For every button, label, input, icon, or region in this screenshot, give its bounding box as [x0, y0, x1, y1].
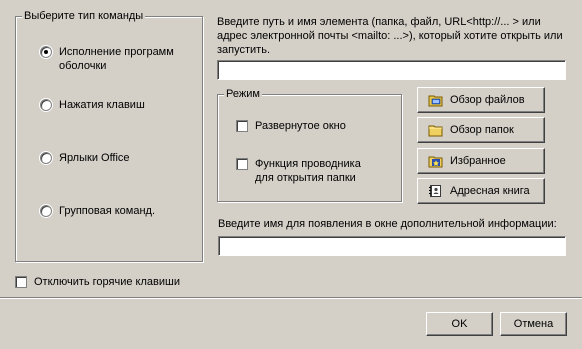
- radio-group-command[interactable]: Групповая команд.: [40, 204, 155, 218]
- mode-legend: Режим: [224, 88, 262, 101]
- explorer-checkbox[interactable]: Функция проводника для открытия папки: [236, 157, 361, 185]
- favorites-button[interactable]: Избранное: [417, 148, 545, 174]
- info-input[interactable]: [218, 236, 566, 256]
- checkbox-box[interactable]: [236, 120, 248, 132]
- disable-hotkeys-label: Отключить горячие клавиши: [34, 276, 180, 288]
- radio-button[interactable]: [40, 205, 52, 217]
- radio-keystrokes[interactable]: Нажатия клавиш: [40, 98, 145, 112]
- maximized-window-label: Развернутое окно: [255, 120, 346, 132]
- browse-files-label: Обзор файлов: [450, 94, 525, 106]
- radio-button[interactable]: [40, 99, 52, 111]
- browse-folders-button[interactable]: Обзор папок: [417, 117, 545, 143]
- disable-hotkeys-checkbox[interactable]: Отключить горячие клавиши: [15, 275, 180, 289]
- ok-label: OK: [451, 318, 468, 330]
- checkbox-box[interactable]: [15, 276, 27, 288]
- radio-shell-programs-label: Исполнение программ оболочки: [59, 46, 174, 72]
- command-type-legend: Выберите тип команды: [22, 10, 146, 23]
- mode-group: Режим Развернутое окно Функция проводник…: [217, 88, 402, 202]
- path-prompt: Введите путь и имя элемента (папка, файл…: [217, 16, 563, 56]
- cancel-button[interactable]: Отмена: [500, 312, 567, 336]
- radio-office-shortcuts-label: Ярлыки Office: [59, 152, 130, 164]
- radio-shell-programs[interactable]: Исполнение программ оболочки: [40, 45, 174, 73]
- browse-files-button[interactable]: Обзор файлов: [417, 87, 545, 113]
- radio-keystrokes-label: Нажатия клавиш: [59, 99, 145, 111]
- address-book-label: Адресная книга: [450, 185, 530, 197]
- radio-group-command-label: Групповая команд.: [59, 205, 155, 217]
- checkbox-box[interactable]: [236, 158, 248, 170]
- cancel-label: Отмена: [513, 318, 554, 330]
- favorites-label: Избранное: [450, 155, 506, 167]
- bottom-separator: [0, 297, 582, 298]
- info-prompt: Введите имя для появления в окне дополни…: [218, 218, 557, 230]
- radio-button[interactable]: [40, 46, 52, 58]
- ok-button[interactable]: OK: [426, 312, 493, 336]
- address-book-button[interactable]: Адресная книга: [417, 178, 545, 204]
- maximized-window-checkbox[interactable]: Развернутое окно: [236, 119, 346, 133]
- browse-folders-label: Обзор папок: [450, 124, 514, 136]
- path-input[interactable]: [217, 60, 566, 80]
- favorites-icon: [428, 156, 443, 168]
- browse-files-icon: [428, 95, 443, 107]
- radio-button[interactable]: [40, 152, 52, 164]
- address-book-icon: [429, 185, 441, 197]
- folder-icon: [428, 125, 443, 137]
- radio-office-shortcuts[interactable]: Ярлыки Office: [40, 151, 130, 165]
- command-type-group: Выберите тип команды Исполнение программ…: [15, 10, 203, 262]
- explorer-label: Функция проводника для открытия папки: [255, 158, 361, 184]
